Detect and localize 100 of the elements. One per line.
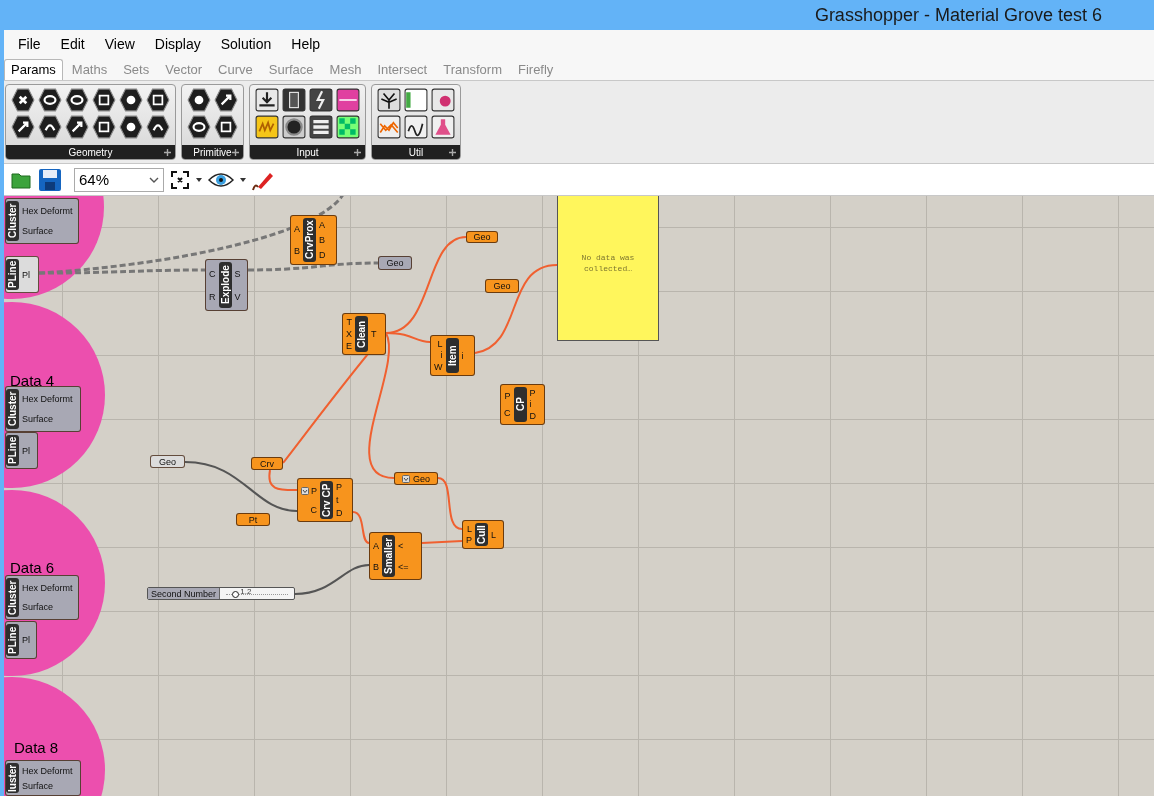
panel-text: No data was collected…	[580, 252, 636, 275]
import-icon[interactable]	[255, 88, 279, 112]
port-label: V	[234, 291, 241, 302]
port-label: B	[319, 235, 326, 245]
port-label: Hex Deformt	[22, 582, 73, 593]
window-title: Grasshopper - Material Grove test 6	[814, 4, 1102, 26]
port-label: <=	[398, 561, 409, 572]
caret-icon[interactable]	[196, 177, 202, 182]
port-label: t	[336, 495, 339, 505]
port-label: X	[346, 329, 352, 339]
param-label: Geo	[159, 456, 176, 467]
slider-thumb[interactable]	[232, 591, 240, 598]
list-icon[interactable]	[309, 115, 333, 139]
group-label: Primitive	[193, 146, 232, 158]
tree-icon[interactable]	[377, 88, 401, 112]
port-label: B	[294, 246, 300, 256]
caret-icon[interactable]	[240, 177, 246, 182]
port-label: T	[371, 329, 377, 339]
expand-icon[interactable]	[354, 149, 361, 156]
menu-item[interactable]: File	[8, 36, 51, 52]
port-label: R	[209, 291, 216, 302]
group-label: Geometry	[68, 146, 113, 158]
menu-item[interactable]: View	[94, 36, 145, 52]
port-label: C	[310, 504, 317, 515]
node-title: Cull	[475, 523, 488, 546]
port-label: Pl	[22, 635, 30, 645]
port-label: D	[529, 411, 536, 422]
menu-item[interactable]: Edit	[50, 36, 95, 52]
port-label: A	[294, 224, 300, 234]
port-label: P	[529, 387, 536, 398]
port-label: Hex Deformt	[22, 206, 73, 216]
node-title: Cluster	[6, 201, 19, 241]
zoom-extents-icon[interactable]	[170, 169, 190, 190]
curve-hexagon-icon[interactable]	[38, 115, 62, 139]
checker-icon[interactable]	[336, 115, 360, 139]
port-label: L	[467, 523, 472, 534]
balloon-icon[interactable]	[431, 88, 455, 112]
node-title: Crv CP	[320, 481, 333, 519]
square-hexagon-icon[interactable]	[146, 88, 170, 112]
tab[interactable]: Params	[4, 59, 63, 80]
node-title: Clean	[355, 316, 368, 352]
box-hexagon-icon[interactable]	[92, 115, 116, 139]
port-label: S	[234, 268, 241, 279]
port-label: Surface	[22, 226, 54, 236]
flask-icon[interactable]	[431, 115, 455, 139]
port-label: W	[434, 362, 443, 373]
wave-icon[interactable]	[255, 115, 279, 139]
arrow-hexagon-icon[interactable]	[11, 115, 35, 139]
dot-hexagon-icon[interactable]	[119, 88, 143, 112]
param-label: Geo	[386, 258, 404, 268]
port-label: i	[440, 350, 443, 361]
spark-icon[interactable]	[309, 88, 333, 112]
node-title: luster	[6, 763, 19, 793]
menu-item[interactable]: Help	[281, 36, 331, 52]
eye-icon[interactable]	[208, 171, 234, 188]
knob-icon[interactable]	[282, 115, 306, 139]
port-label: Pl	[22, 269, 30, 280]
chevron-icon	[149, 176, 159, 183]
menu-item[interactable]: Display	[144, 36, 211, 52]
group-label: Input	[296, 146, 319, 158]
zoom-dropdown[interactable]: 64%	[74, 167, 164, 192]
circle-hexagon-icon[interactable]	[65, 88, 89, 112]
zoom-value: 64%	[79, 171, 110, 188]
param-label: Pt	[248, 514, 258, 525]
port-label: P	[466, 535, 472, 546]
node-title: CP	[513, 387, 527, 422]
port-label: A	[319, 220, 326, 231]
ellipse-hexagon-icon[interactable]	[38, 88, 62, 112]
gradient-icon[interactable]	[336, 88, 360, 112]
graph-icon[interactable]	[377, 115, 401, 139]
port-label: Surface	[22, 602, 54, 613]
node-title: PLine	[6, 435, 19, 466]
wire	[421, 540, 463, 544]
port-label: P	[504, 390, 511, 401]
port-label: <	[398, 540, 404, 551]
port-label: Surface	[22, 780, 54, 791]
node-title: Smaller	[382, 535, 395, 577]
cross-hexagon-icon[interactable]	[11, 88, 35, 112]
line-hexagon-icon[interactable]	[65, 115, 89, 139]
param-label: Crv	[260, 458, 274, 469]
port-label: C	[209, 268, 216, 279]
node-title: Explode	[218, 262, 232, 308]
port-label: Pl	[22, 445, 30, 456]
wire	[437, 477, 463, 530]
port-label: D	[319, 249, 326, 260]
node-title: PLine	[6, 624, 19, 656]
port-label: L	[491, 529, 497, 540]
expand-icon[interactable]	[449, 149, 456, 156]
square-hexagon-icon[interactable]	[92, 88, 116, 112]
menu-item[interactable]: Solution	[210, 36, 282, 52]
save-icon[interactable]	[38, 167, 62, 192]
scribble-icon[interactable]	[404, 115, 428, 139]
port-label: P	[336, 482, 343, 493]
number-slider[interactable]: Second Number 1.2	[147, 587, 295, 600]
wire	[352, 511, 370, 544]
port-label: i	[461, 350, 464, 361]
toggle-icon[interactable]	[282, 88, 306, 112]
port-label: Hex Deformt	[22, 394, 73, 404]
expand-icon[interactable]	[164, 149, 171, 156]
expand-icon[interactable]	[232, 149, 239, 156]
